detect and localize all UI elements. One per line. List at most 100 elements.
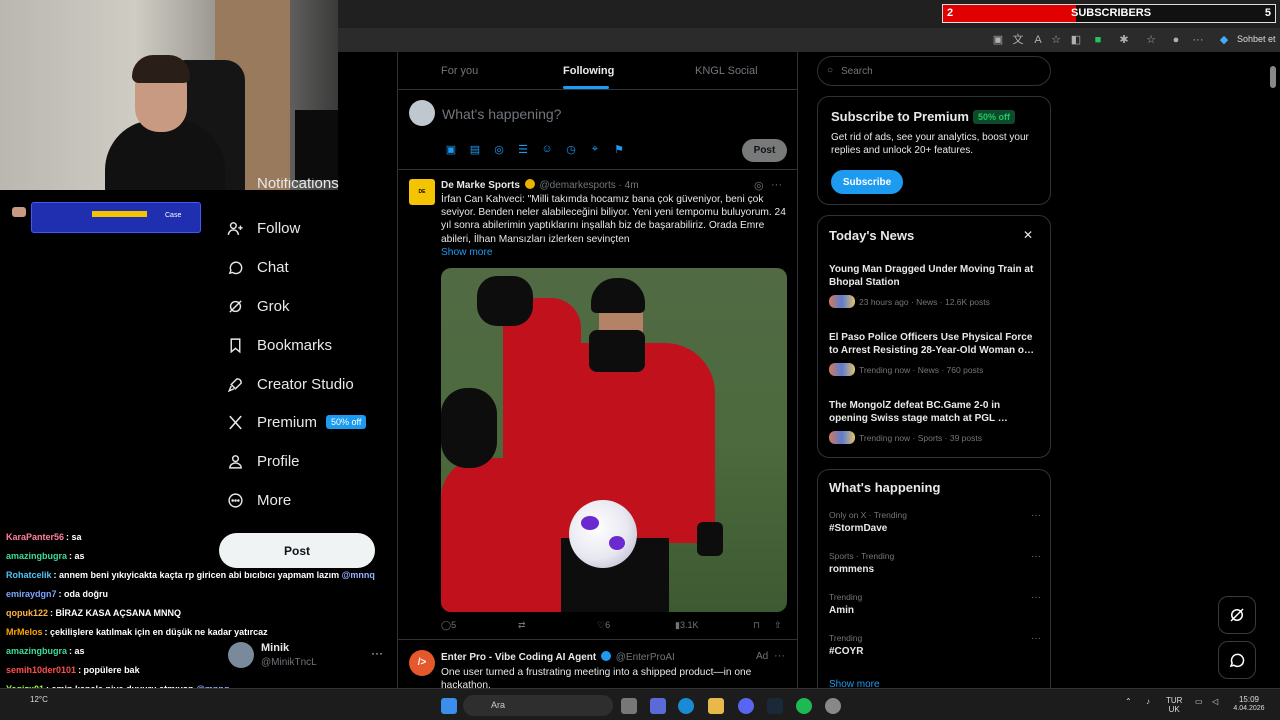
extension-green-icon[interactable]: ■	[1090, 32, 1106, 48]
messages-fab-button[interactable]	[1218, 641, 1256, 679]
tweet-photo[interactable]	[441, 268, 787, 612]
gif-icon[interactable]: ▤	[467, 143, 483, 157]
nav-item-profile[interactable]: Profile	[227, 448, 300, 474]
news-item[interactable]: El Paso Police Officers Use Physical For…	[829, 331, 1041, 376]
bookmark-icon[interactable]: ⊓	[753, 620, 760, 631]
x-logo-icon	[227, 414, 244, 431]
grok-fab-button[interactable]	[1218, 596, 1256, 634]
show-more-link[interactable]: Show more	[441, 247, 493, 258]
profile-avatar-icon[interactable]: ●	[1168, 32, 1184, 48]
nav-item-premium[interactable]: Premium 50% off	[227, 409, 367, 435]
account-switcher[interactable]: Minik @MinikTncL ···	[228, 642, 388, 672]
grok-icon[interactable]: ◎	[754, 179, 764, 192]
weather-temp[interactable]: 12°C	[30, 695, 48, 704]
nav-item-grok[interactable]: Grok	[227, 293, 290, 319]
close-icon[interactable]: ✕	[1023, 228, 1033, 242]
nav-item-more[interactable]: More	[227, 487, 291, 513]
enterpro-avatar[interactable]: />	[409, 650, 435, 676]
news-meta: 23 hours ago · News · 12.6K posts	[859, 296, 990, 307]
nav-item-chat[interactable]: Chat	[227, 254, 289, 280]
trend-item[interactable]: Only on X · Trending #StormDave ···	[829, 510, 1041, 534]
tab-following[interactable]: Following	[563, 65, 614, 77]
nav-item-creator-studio[interactable]: Creator Studio	[227, 371, 354, 397]
tweet-more-icon[interactable]: ···	[771, 179, 782, 191]
app-icon[interactable]: ▣	[990, 32, 1006, 48]
chat-username[interactable]: amazingbugra	[6, 646, 67, 656]
tweet-ad[interactable]: /> Enter Pro - Vibe Coding AI Agent @Ent…	[398, 641, 797, 692]
compose-input[interactable]: What's happening?	[442, 106, 561, 122]
like-button[interactable]: ♡ 6	[597, 620, 610, 631]
share-icon[interactable]: ⇧	[774, 620, 782, 631]
scrollbar-thumb[interactable]	[1270, 66, 1276, 88]
spotify-icon[interactable]	[796, 698, 812, 714]
nav-item-notifications[interactable]: Notifications	[227, 178, 339, 192]
trend-more-icon[interactable]: ···	[1031, 633, 1041, 644]
favorites-icon[interactable]: ☆	[1143, 32, 1159, 48]
avatar-stack	[829, 295, 855, 308]
account-more-icon[interactable]: ···	[371, 646, 383, 660]
edge-icon[interactable]	[678, 698, 694, 714]
trend-more-icon[interactable]: ···	[1031, 551, 1041, 562]
network-icon[interactable]: ▭	[1195, 697, 1203, 706]
tweet-more-icon[interactable]: ···	[774, 650, 785, 662]
avatar[interactable]: DE MARKE	[409, 179, 435, 221]
chat-username[interactable]: MrMelos	[6, 627, 43, 637]
chat-username[interactable]: Rohatcelik	[6, 570, 52, 580]
browser-menu-icon[interactable]: ···	[1190, 32, 1206, 48]
nav-item-follow[interactable]: Follow	[227, 215, 300, 241]
favorite-star-icon[interactable]: ☆	[1048, 32, 1064, 48]
copilot-label[interactable]: Sohbet et	[1237, 34, 1276, 44]
extension-icon[interactable]: ◧	[1068, 32, 1084, 48]
retweet-icon[interactable]: ⇄	[518, 620, 526, 631]
chat-username[interactable]: emiraydgn7	[6, 589, 57, 599]
news-item[interactable]: The MongolZ defeat BC.Game 2-0 in openin…	[829, 399, 1041, 444]
reply-button[interactable]: ◯ 5	[441, 620, 456, 631]
tweet-author[interactable]: De Marke Sports @demarkesports · 4m	[441, 179, 639, 191]
chat-username[interactable]: amazingbugra	[6, 551, 67, 561]
volume-icon[interactable]: ◁	[1212, 697, 1218, 706]
compose-post-button[interactable]: Post	[742, 139, 787, 162]
tab-for-you[interactable]: For you	[441, 65, 478, 77]
media-icon[interactable]: ▣	[443, 143, 459, 157]
chat-username[interactable]: KaraPanter56	[6, 532, 64, 542]
tweet-author[interactable]: Enter Pro - Vibe Coding AI Agent @EnterP…	[441, 651, 675, 663]
tray-chevron-icon[interactable]: ⌃	[1125, 697, 1132, 706]
nav-item-bookmarks[interactable]: Bookmarks	[227, 332, 332, 358]
start-icon[interactable]	[441, 698, 457, 714]
language-indicator[interactable]: TUR UK	[1166, 696, 1182, 714]
copilot-icon[interactable]	[650, 698, 666, 714]
trend-item[interactable]: Sports · Trending rommens ···	[829, 551, 1041, 575]
news-item[interactable]: Young Man Dragged Under Moving Train at …	[829, 263, 1041, 308]
copilot-icon[interactable]: ◆	[1216, 32, 1232, 48]
schedule-icon[interactable]: ◷	[563, 143, 579, 157]
discord-icon[interactable]	[738, 698, 754, 714]
trend-more-icon[interactable]: ···	[1031, 510, 1041, 521]
scrollbar[interactable]	[1270, 60, 1276, 690]
explorer-icon[interactable]	[708, 698, 724, 714]
clock[interactable]: 15:09 4.04.2026	[1232, 695, 1266, 713]
steam-icon[interactable]	[767, 698, 783, 714]
tab-kngl-social[interactable]: KNGL Social	[695, 65, 758, 77]
search-input[interactable]: ○ Search	[817, 56, 1051, 86]
poll-icon[interactable]: ☰	[515, 143, 531, 157]
tweet[interactable]: DE MARKE De Marke Sports @demarkesports …	[398, 170, 797, 640]
post-button[interactable]: Post	[219, 533, 375, 568]
reader-icon[interactable]: A	[1030, 32, 1046, 48]
task-view-icon[interactable]	[621, 698, 637, 714]
subscribe-button[interactable]: Subscribe	[831, 170, 903, 194]
trend-more-icon[interactable]: ···	[1031, 592, 1041, 603]
trend-item[interactable]: Trending Amin ···	[829, 592, 1041, 616]
translate-icon[interactable]: 文	[1010, 32, 1026, 48]
views-button[interactable]: ▮ 3.1K	[675, 620, 698, 631]
emoji-icon[interactable]: ☺	[539, 143, 555, 157]
grok-icon[interactable]: ◎	[491, 143, 507, 157]
extensions-puzzle-icon[interactable]: ✱	[1116, 32, 1132, 48]
trend-item[interactable]: Trending #COYR ···	[829, 633, 1041, 657]
chat-username[interactable]: qopuk122	[6, 608, 48, 618]
location-icon[interactable]: ⌖	[587, 143, 603, 157]
chat-username[interactable]: semih10der0101	[6, 665, 76, 675]
mic-icon[interactable]: ♪	[1146, 697, 1150, 706]
flag-icon[interactable]: ⚑	[611, 143, 627, 157]
app-icon[interactable]	[825, 698, 841, 714]
taskbar-search[interactable]: Ara	[463, 695, 613, 716]
